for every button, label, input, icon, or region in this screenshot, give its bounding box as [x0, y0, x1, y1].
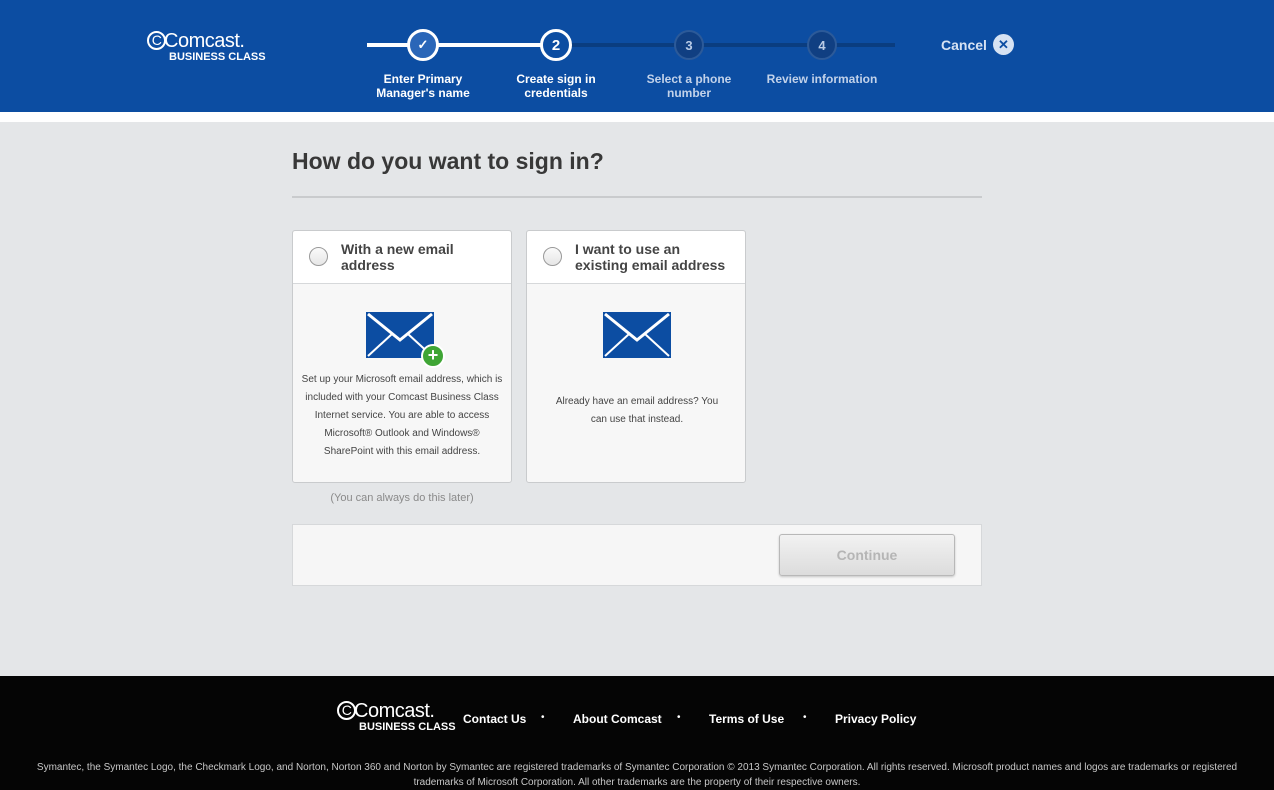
comcast-logo[interactable]: C Comcast. BUSINESS CLASS [147, 31, 266, 64]
option-new-email-title: With a new email address [341, 241, 454, 273]
envelope-icon [603, 312, 671, 358]
header: C Comcast. BUSINESS CLASS ✓ 2 3 4 Enter P… [0, 0, 1274, 112]
step-4-indicator: 4 [807, 30, 837, 60]
plus-icon: + [421, 344, 445, 368]
footer-separator: • [541, 712, 545, 723]
option-existing-email-title: I want to use an existing email address [575, 241, 726, 273]
title-divider [292, 196, 982, 198]
step-2-indicator: 2 [540, 29, 572, 61]
step-4-label: Review information [766, 72, 878, 86]
cancel-label: Cancel [941, 36, 987, 53]
option-new-email-description: Set up your Microsoft email address, whi… [301, 374, 503, 457]
cancel-button[interactable]: Cancel ✕ [941, 34, 1014, 55]
footer-separator: • [803, 712, 807, 723]
option-new-email-card[interactable]: With a new email address + Set up your M… [292, 230, 512, 483]
footer-link-contact-us[interactable]: Contact Us [463, 712, 526, 726]
legal-text: Symantec, the Symantec Logo, the Checkma… [36, 762, 1238, 788]
option-new-email-header[interactable]: With a new email address [293, 231, 511, 284]
option-existing-email-card[interactable]: I want to use an existing email address … [526, 230, 746, 483]
header-divider [0, 112, 1274, 122]
option-existing-email-radio[interactable] [543, 247, 562, 266]
step-2-label: Create sign in credentials [516, 72, 596, 100]
option-existing-email-header[interactable]: I want to use an existing email address [527, 231, 745, 284]
footer-link-privacy-policy[interactable]: Privacy Policy [835, 712, 916, 726]
later-note: (You can always do this later) [330, 492, 474, 504]
footer-link-terms-of-use[interactable]: Terms of Use [709, 712, 784, 726]
footer-link-about-comcast[interactable]: About Comcast [573, 712, 662, 726]
page-title: How do you want to sign in? [292, 148, 604, 174]
step-1-label: Enter Primary Manager's name [376, 72, 470, 100]
footer-comcast-logo[interactable]: C Comcast. BUSINESS CLASS [337, 701, 456, 734]
continue-button[interactable]: Continue [779, 534, 955, 576]
brand-sub: BUSINESS CLASS [169, 51, 266, 63]
footer-brand-name: Comcast. [354, 700, 435, 722]
footer: C Comcast. BUSINESS CLASS Contact Us • Ab… [0, 676, 1274, 790]
close-icon[interactable]: ✕ [992, 34, 1014, 55]
footer-separator: • [677, 712, 681, 723]
option-existing-email-description: Already have an email address? You can u… [555, 396, 719, 425]
step-1-check-icon: ✓ [407, 29, 439, 61]
option-new-email-radio[interactable] [309, 247, 328, 266]
step-3-indicator: 3 [674, 30, 704, 60]
step-3-label: Select a phone number [646, 72, 732, 100]
brand-name: Comcast. [164, 30, 245, 52]
footer-brand-sub: BUSINESS CLASS [359, 721, 456, 733]
progress-fill [367, 43, 557, 47]
